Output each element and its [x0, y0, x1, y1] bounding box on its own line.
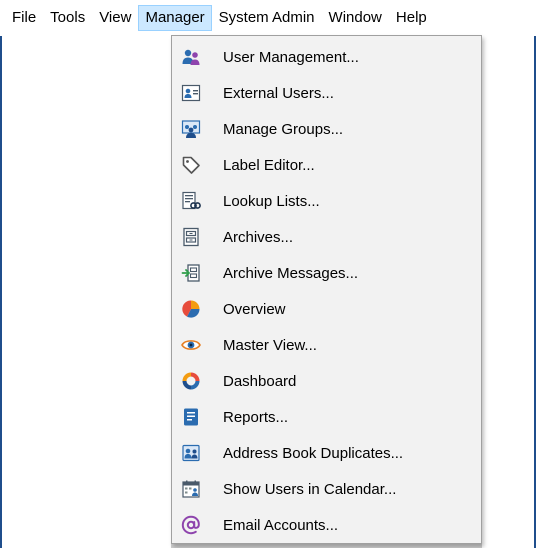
menu-item-archives[interactable]: Archives... [172, 219, 481, 255]
menu-manager[interactable]: Manager [138, 5, 212, 31]
label-tag-icon [181, 155, 201, 175]
archive-messages-icon [181, 263, 201, 283]
address-book-duplicates-icon [181, 443, 201, 463]
calendar-users-icon [181, 479, 201, 499]
menu-item-label: Email Accounts... [223, 516, 339, 534]
menu-help[interactable]: Help [389, 5, 434, 31]
menu-item-dashboard[interactable]: Dashboard [172, 363, 481, 399]
menu-item-label: User Management... [223, 48, 359, 66]
pie-chart-icon [181, 299, 201, 319]
menu-system-admin[interactable]: System Admin [212, 5, 322, 31]
menu-item-external-users[interactable]: External Users... [172, 75, 481, 111]
menu-item-reports[interactable]: Reports... [172, 399, 481, 435]
archives-icon [181, 227, 201, 247]
menu-item-label-editor[interactable]: Label Editor... [172, 147, 481, 183]
menu-item-label: Master View... [223, 336, 317, 354]
donut-chart-icon [181, 371, 201, 391]
menu-bar: File Tools View Manager System Admin Win… [0, 0, 536, 36]
menu-item-user-management[interactable]: User Management... [172, 39, 481, 75]
menu-item-overview[interactable]: Overview [172, 291, 481, 327]
user-management-icon [181, 47, 201, 67]
at-sign-icon [181, 515, 201, 535]
menu-item-label: Archive Messages... [223, 264, 359, 282]
lookup-lists-icon [181, 191, 201, 211]
menu-item-label: Overview [223, 300, 286, 318]
menu-item-label: Manage Groups... [223, 120, 344, 138]
menu-item-label: Dashboard [223, 372, 297, 390]
menu-item-lookup-lists[interactable]: Lookup Lists... [172, 183, 481, 219]
menu-item-manage-groups[interactable]: Manage Groups... [172, 111, 481, 147]
manager-dropdown-menu: User Management... External Users... Man… [171, 35, 482, 544]
menu-item-email-accounts[interactable]: Email Accounts... [172, 507, 481, 543]
menu-item-label: Lookup Lists... [223, 192, 320, 210]
manage-groups-icon [181, 119, 201, 139]
menu-item-label: External Users... [223, 84, 334, 102]
eye-icon [181, 335, 201, 355]
menu-tools[interactable]: Tools [43, 5, 92, 31]
menu-item-label: Reports... [223, 408, 289, 426]
menu-item-label: Address Book Duplicates... [223, 444, 404, 462]
external-users-icon [181, 83, 201, 103]
menu-item-master-view[interactable]: Master View... [172, 327, 481, 363]
menu-item-archive-messages[interactable]: Archive Messages... [172, 255, 481, 291]
menu-file[interactable]: File [5, 5, 43, 31]
background-content-peek [171, 544, 482, 548]
reports-icon [181, 407, 201, 427]
menu-item-address-book-duplicates[interactable]: Address Book Duplicates... [172, 435, 481, 471]
menu-item-show-users-in-calendar[interactable]: Show Users in Calendar... [172, 471, 481, 507]
menu-item-label: Archives... [223, 228, 294, 246]
menu-item-label: Show Users in Calendar... [223, 480, 397, 498]
menu-view[interactable]: View [92, 5, 138, 31]
menu-window[interactable]: Window [322, 5, 389, 31]
application-window: File Tools View Manager System Admin Win… [0, 0, 536, 548]
menu-item-label: Label Editor... [223, 156, 315, 174]
background-window-edge-left [0, 36, 2, 548]
